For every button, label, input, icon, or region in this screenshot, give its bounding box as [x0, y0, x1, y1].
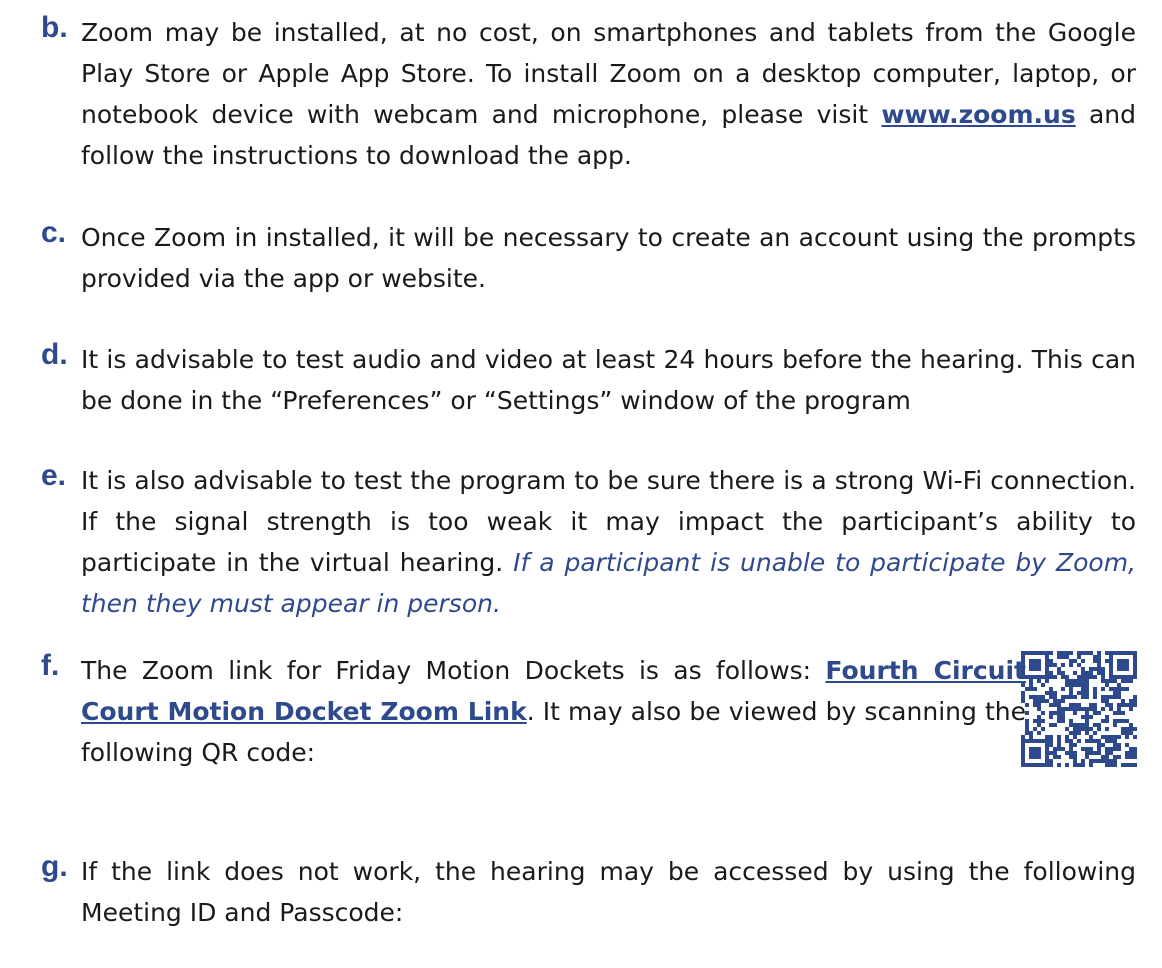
item-marker: e. — [41, 459, 67, 492]
item-text: The Zoom link for Friday Motion Dockets … — [81, 656, 1026, 767]
qr-code-icon — [1021, 651, 1137, 767]
zoom-website-link[interactable]: www.zoom.us — [881, 100, 1075, 129]
list-item-c: c. Once Zoom in installed, it will be ne… — [41, 216, 1136, 299]
item-text: It is advisable to test audio and video … — [81, 345, 1136, 415]
item-marker: d. — [41, 338, 68, 371]
list-item-e: e. It is also advisable to test the prog… — [41, 459, 1136, 624]
list-item-b: b. Zoom may be installed, at no cost, on… — [41, 11, 1137, 176]
item-marker: b. — [41, 11, 68, 44]
item-text: Once Zoom in installed, it will be neces… — [81, 223, 1136, 293]
list-item-f: f. The Zoom link for Friday Motion Docke… — [41, 649, 1136, 773]
item-text: It is also advisable to test the program… — [81, 466, 1136, 618]
list-item-d: d. It is advisable to test audio and vid… — [41, 338, 1136, 421]
item-text: If the link does not work, the hearing m… — [81, 857, 1136, 927]
item-text: Zoom may be installed, at no cost, on sm… — [81, 18, 1137, 170]
item-marker: f. — [41, 649, 60, 682]
item-marker: c. — [41, 216, 67, 249]
list-item-g: g. If the link does not work, the hearin… — [41, 850, 1136, 933]
item-marker: g. — [41, 850, 68, 883]
